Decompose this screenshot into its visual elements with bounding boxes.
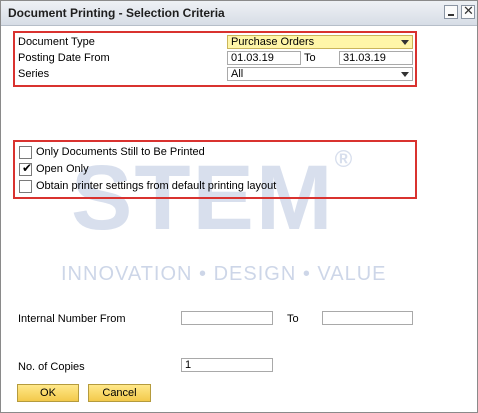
- date-to-field[interactable]: 31.03.19: [339, 51, 413, 65]
- title-bar: Document Printing - Selection Criteria ✕: [1, 1, 477, 26]
- chevron-down-icon: [401, 40, 409, 45]
- minimize-button[interactable]: [444, 5, 458, 19]
- copies-field[interactable]: 1: [181, 358, 273, 372]
- internal-number-from-field[interactable]: [181, 311, 273, 325]
- minimize-icon: [448, 14, 454, 16]
- series-select[interactable]: All: [227, 67, 413, 81]
- printer-settings-label[interactable]: Obtain printer settings from default pri…: [36, 180, 276, 192]
- internal-number-label: Internal Number From: [18, 313, 126, 325]
- printer-settings-checkbox[interactable]: [19, 180, 32, 193]
- open-only-label[interactable]: Open Only: [36, 163, 89, 175]
- cancel-button[interactable]: Cancel: [88, 384, 151, 402]
- document-type-select[interactable]: Purchase Orders: [227, 35, 413, 49]
- document-type-label: Document Type: [18, 36, 95, 48]
- close-button[interactable]: ✕: [461, 3, 475, 19]
- window-title: Document Printing - Selection Criteria: [8, 6, 225, 20]
- internal-number-to-field[interactable]: [322, 311, 413, 325]
- document-type-value: Purchase Orders: [231, 36, 315, 48]
- checkmark-icon: ✔: [22, 161, 33, 175]
- posting-date-label: Posting Date From: [18, 52, 110, 64]
- chevron-down-icon: [401, 72, 409, 77]
- date-from-field[interactable]: 01.03.19: [227, 51, 301, 65]
- document-printing-dialog: Document Printing - Selection Criteria ✕…: [0, 0, 478, 413]
- date-to-label: To: [304, 52, 316, 64]
- only-unprinted-label[interactable]: Only Documents Still to Be Printed: [36, 146, 205, 158]
- watermark-tagline: INNOVATION • DESIGN • VALUE: [61, 263, 387, 285]
- ok-button[interactable]: OK: [17, 384, 79, 402]
- internal-number-to-label: To: [287, 313, 299, 325]
- close-icon: ✕: [463, 3, 474, 18]
- series-value: All: [231, 68, 244, 80]
- copies-label: No. of Copies: [18, 361, 85, 373]
- series-label: Series: [18, 68, 50, 80]
- only-unprinted-checkbox[interactable]: [19, 146, 32, 159]
- open-only-checkbox[interactable]: ✔: [19, 161, 33, 176]
